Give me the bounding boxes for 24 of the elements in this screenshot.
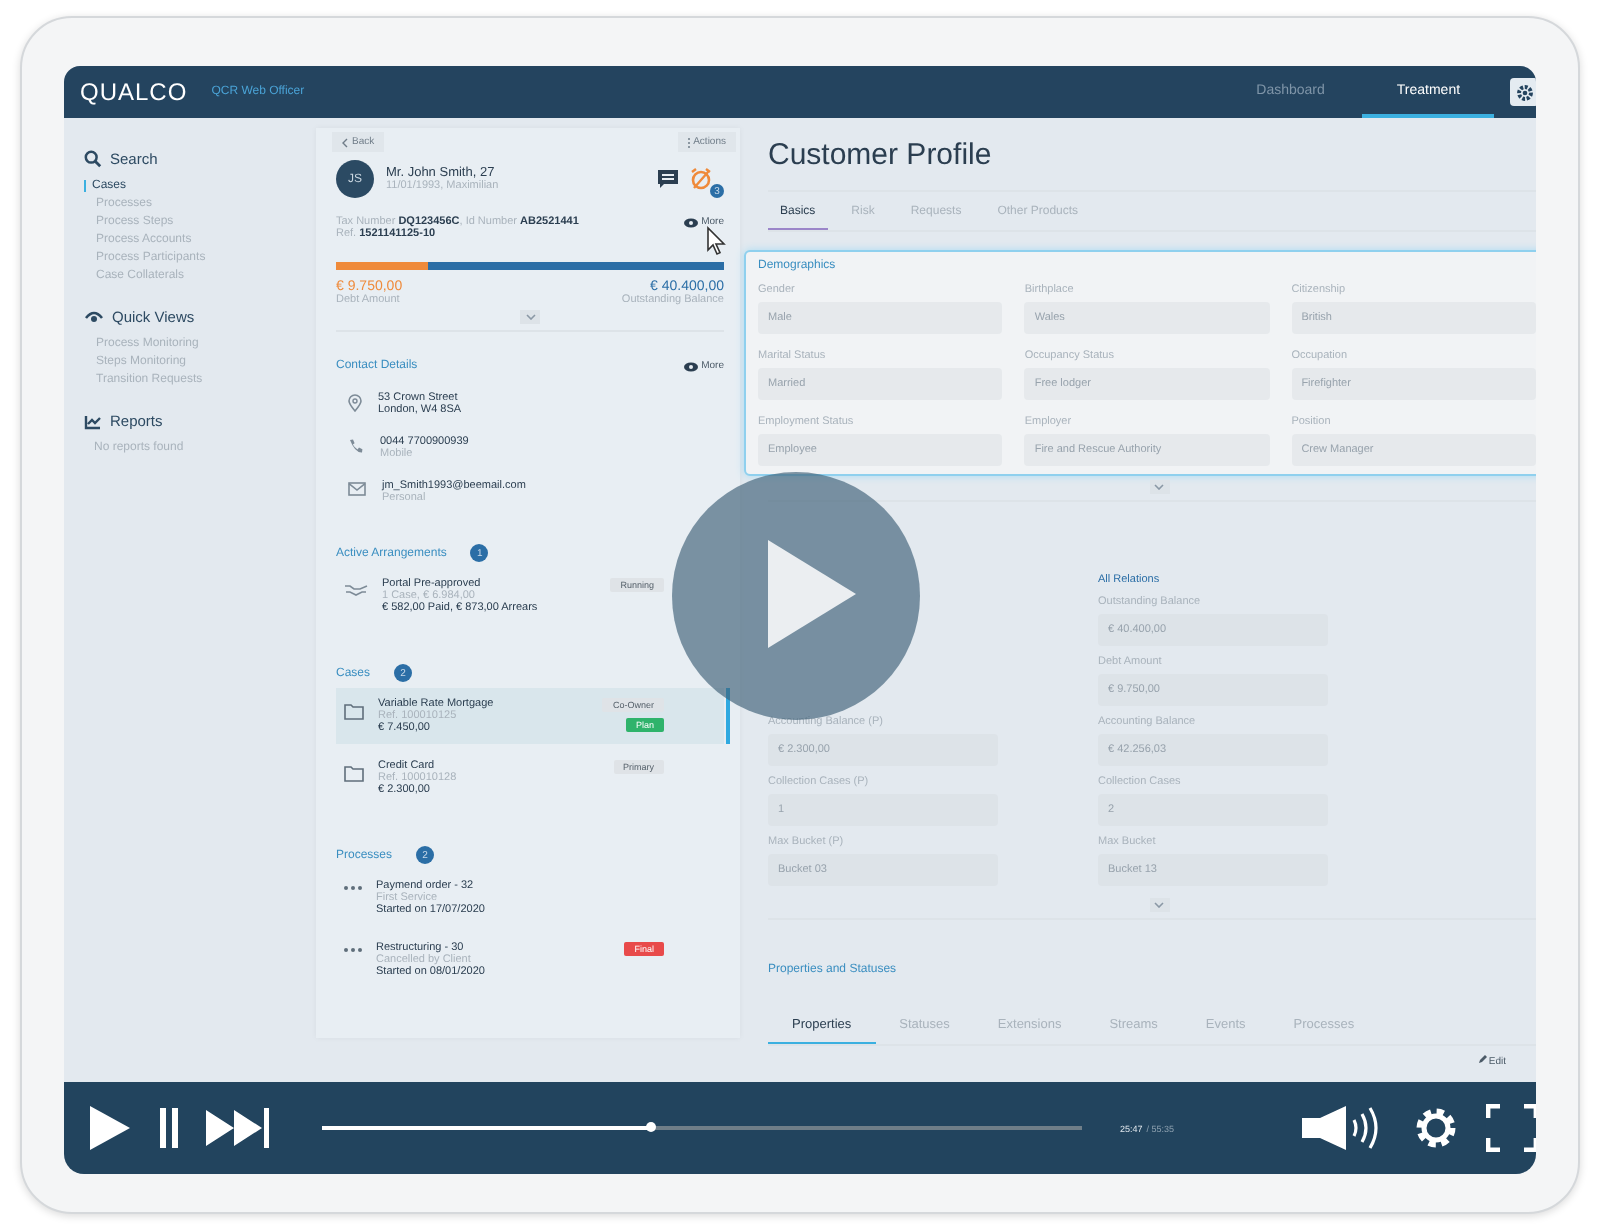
pause-icon[interactable]	[160, 1108, 178, 1148]
mouse-pointer-icon	[706, 226, 726, 256]
chat-icon[interactable]	[658, 170, 678, 188]
chart-icon	[84, 413, 102, 429]
folder-icon	[344, 704, 364, 720]
eye-icon	[683, 361, 698, 371]
search-icon	[84, 150, 102, 168]
location-pin-icon	[348, 394, 362, 412]
eye-icon	[683, 217, 698, 227]
play-overlay-button[interactable]	[672, 472, 920, 720]
play-icon[interactable]	[88, 1104, 132, 1152]
chevron-left-icon	[342, 137, 348, 147]
page-title: Customer Profile	[768, 138, 994, 172]
logo: QUALCO	[80, 78, 188, 106]
eye-icon	[84, 310, 104, 324]
settings-button[interactable]	[1510, 78, 1536, 106]
envelope-icon	[348, 482, 366, 496]
settings-icon[interactable]	[1414, 1106, 1459, 1150]
fullscreen-icon[interactable]	[1486, 1104, 1536, 1152]
folder-icon	[344, 766, 364, 782]
phone-icon	[348, 438, 364, 454]
pencil-icon	[1478, 1054, 1489, 1064]
skip-forward-icon[interactable]	[206, 1108, 270, 1148]
handshake-icon	[344, 584, 368, 596]
